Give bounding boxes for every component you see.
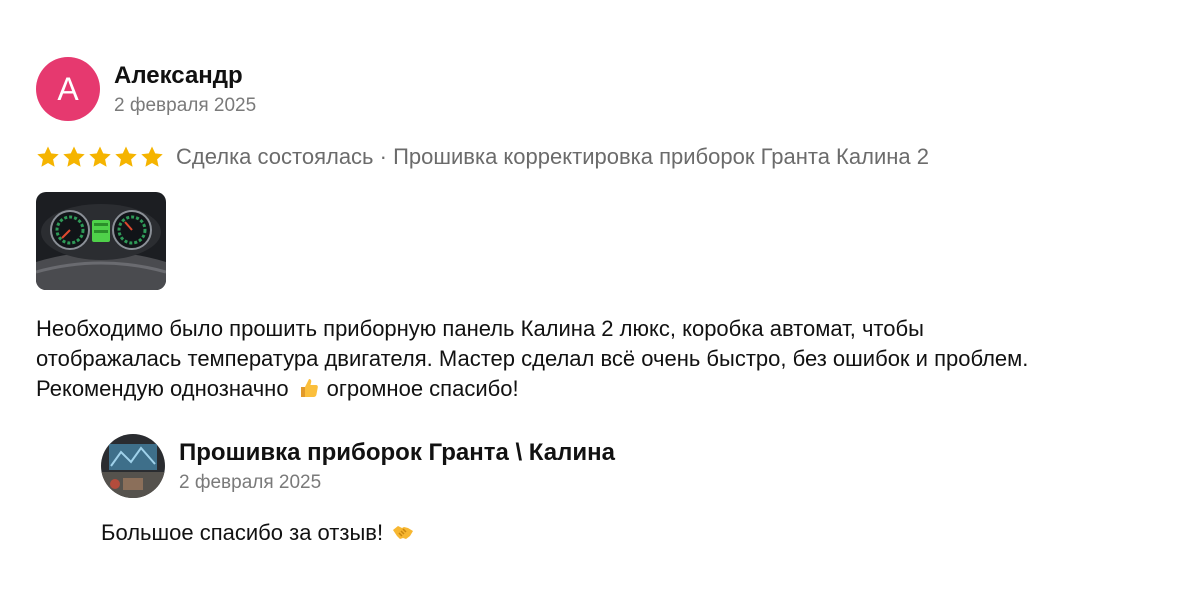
- deal-status[interactable]: Сделка состоялась · Прошивка корректиров…: [176, 144, 929, 170]
- review-text-line: Необходимо было прошить приборную панель…: [36, 316, 924, 341]
- dashboard-photo-icon: [36, 192, 166, 290]
- review-text: Необходимо было прошить приборную панель…: [36, 314, 1186, 404]
- seller-avatar-icon: [101, 434, 165, 498]
- star-icon: [63, 146, 85, 167]
- star-icon: [89, 146, 111, 167]
- star-icon: [37, 146, 59, 167]
- author-avatar[interactable]: А: [36, 57, 100, 121]
- seller-name[interactable]: Прошивка приборок Гранта \ Калина: [179, 438, 615, 468]
- rating-row: Сделка состоялась · Прошивка корректиров…: [36, 140, 1186, 174]
- seller-avatar[interactable]: [101, 434, 165, 498]
- author-name[interactable]: Александр: [114, 61, 256, 91]
- star-icon: [115, 146, 137, 167]
- seller-info: Прошивка приборок Гранта \ Калина 2 февр…: [179, 438, 615, 495]
- review-text-segment: Рекомендую однозначно: [36, 376, 289, 401]
- thumbs-up-icon: [300, 379, 318, 397]
- page: А Александр 2 февраля 2025 Сделка состоя…: [0, 0, 1200, 600]
- reply-date: 2 февраля 2025: [179, 471, 322, 493]
- reply-header: Прошивка приборок Гранта \ Калина 2 февр…: [101, 434, 1101, 498]
- review-date: 2 февраля 2025: [114, 94, 257, 116]
- author-info: Александр 2 февраля 2025: [114, 61, 256, 118]
- reply-text: Большое спасибо за отзыв!: [101, 518, 1101, 548]
- star-rating: [36, 145, 166, 169]
- review-text-line: отображалась температура двигателя. Маст…: [36, 346, 1029, 371]
- review-header: А Александр 2 февраля 2025: [36, 57, 1186, 121]
- review-text-line: Рекомендую однозначно огромное спасибо!: [36, 374, 1186, 404]
- author-initial: А: [57, 70, 79, 107]
- review-photo[interactable]: [36, 192, 166, 290]
- review-card: А Александр 2 февраля 2025 Сделка состоя…: [36, 57, 1186, 404]
- reply-text-content: Большое спасибо за отзыв!: [101, 520, 384, 545]
- handshake-icon: [393, 526, 414, 539]
- review-text-segment: огромное спасибо!: [326, 376, 519, 401]
- seller-reply: Прошивка приборок Гранта \ Калина 2 февр…: [101, 434, 1101, 548]
- star-icon: [141, 146, 163, 167]
